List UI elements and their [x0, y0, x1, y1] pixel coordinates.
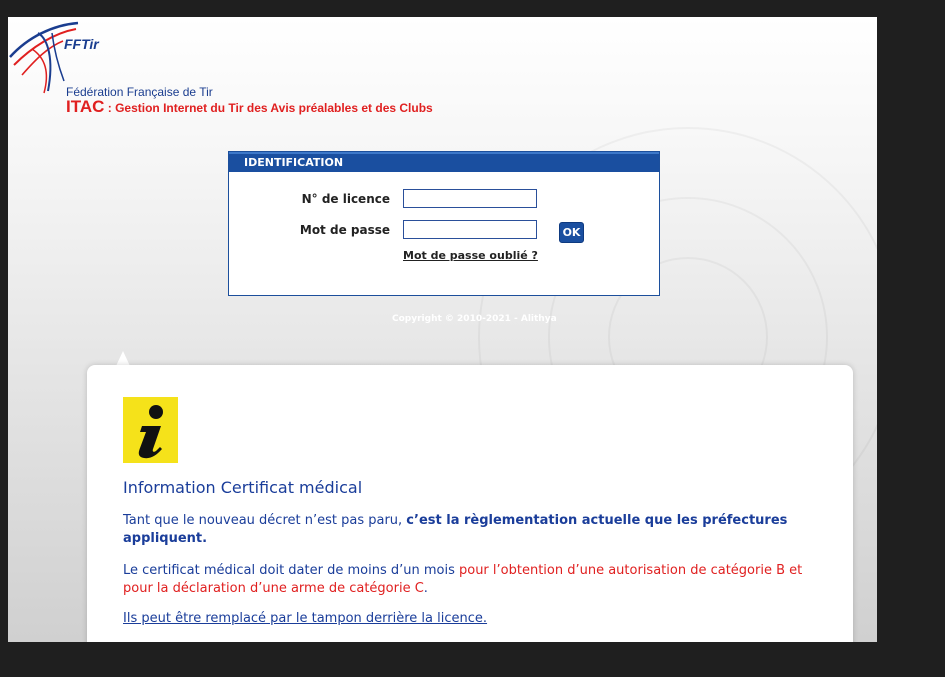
app-name: ITAC — [66, 97, 105, 116]
info-title: Information Certificat médical — [123, 478, 363, 497]
licence-input[interactable] — [403, 189, 537, 208]
info-p1-text: Tant que le nouveau décret n’est pas par… — [123, 513, 407, 528]
page: FFTir Fédération Française de Tir ITAC :… — [8, 17, 877, 642]
info-p2-text: Le certificat médical doit dater de moin… — [123, 563, 459, 578]
info-panel-pointer — [116, 351, 130, 366]
stamp-link[interactable]: Ils peut être remplacé par le tampon der… — [123, 611, 487, 626]
info-paragraph-regulation: Tant que le nouveau décret n’est pas par… — [123, 512, 823, 548]
licence-label: N° de licence — [301, 192, 390, 206]
svg-text:FFTir: FFTir — [64, 36, 100, 52]
info-paragraph-certificate: Le certificat médical doit dater de moin… — [123, 562, 823, 598]
info-panel: Information Certificat médical Tant que … — [87, 365, 853, 642]
info-p2-end: . — [423, 581, 428, 596]
forgot-password-link[interactable]: Mot de passe oublié ? — [403, 249, 538, 262]
password-label: Mot de passe — [299, 223, 390, 237]
login-box: IDENTIFICATION N° de licence Mot de pass… — [228, 151, 660, 296]
app-title: ITAC : Gestion Internet du Tir des Avis … — [66, 97, 433, 117]
ok-button[interactable]: OK — [559, 222, 584, 243]
app-description: : Gestion Internet du Tir des Avis préal… — [104, 101, 433, 115]
copyright: Copyright © 2010-2021 - Alithya — [392, 314, 557, 324]
info-paragraph-stamp: Ils peut être remplacé par le tampon der… — [123, 610, 823, 628]
info-icon — [123, 397, 178, 463]
login-header: IDENTIFICATION — [229, 152, 659, 172]
password-input[interactable] — [403, 220, 537, 239]
